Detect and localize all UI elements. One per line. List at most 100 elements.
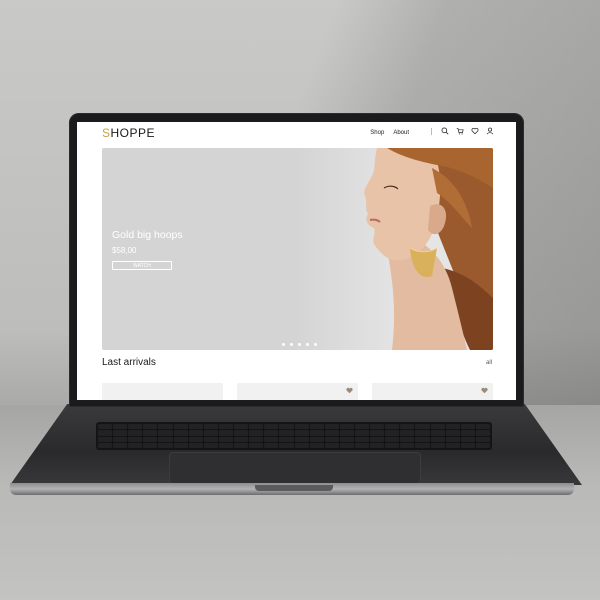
- product-list: [102, 383, 493, 400]
- keyboard-key: [264, 442, 279, 448]
- keyboard-key: [370, 430, 385, 436]
- keyboard-key: [218, 424, 234, 430]
- product-card[interactable]: [102, 383, 223, 400]
- keyboard-key: [279, 424, 294, 430]
- carousel-dot[interactable]: [306, 343, 309, 346]
- keyboard-key: [218, 442, 234, 448]
- keyboard-key: [354, 442, 370, 448]
- header-icons: [431, 127, 494, 135]
- main-nav: Shop About: [370, 130, 409, 136]
- keyboard-key: [339, 424, 354, 430]
- favorite-icon[interactable]: [481, 387, 488, 394]
- keyboard-key: [294, 424, 309, 430]
- keyboard-key: [128, 442, 143, 448]
- keyboard-key: [339, 430, 354, 436]
- keyboard-key: [158, 442, 173, 448]
- keyboard-key: [113, 436, 128, 442]
- keyboard-key: [445, 424, 460, 430]
- keyboard-key: [475, 436, 490, 442]
- user-icon[interactable]: [486, 127, 494, 135]
- nav-shop[interactable]: Shop: [370, 130, 384, 136]
- keyboard-key: [188, 442, 203, 448]
- keyboard-key: [309, 436, 324, 442]
- hero-banner[interactable]: Gold big hoops $58,00 WATCH: [102, 148, 493, 350]
- keyboard-key: [415, 436, 430, 442]
- keyboard-key: [445, 430, 460, 436]
- keyboard-key: [339, 436, 354, 442]
- heart-icon[interactable]: [471, 127, 479, 135]
- watch-button[interactable]: WATCH: [112, 261, 172, 270]
- site-header: SHOPPE Shop About: [77, 122, 516, 144]
- keyboard-key: [354, 424, 370, 430]
- keyboard-key: [128, 430, 143, 436]
- keyboard-key: [385, 430, 400, 436]
- keyboard-key: [445, 442, 460, 448]
- section-title: Last arrivals: [102, 357, 156, 368]
- keyboard-key: [113, 430, 128, 436]
- trackpad: [169, 452, 421, 484]
- keyboard-key: [415, 424, 430, 430]
- search-icon[interactable]: [441, 127, 449, 135]
- product-card[interactable]: [372, 383, 493, 400]
- keyboard-key: [309, 442, 324, 448]
- keyboard-key: [158, 424, 173, 430]
- keyboard-key: [98, 424, 113, 430]
- keyboard-key: [188, 430, 203, 436]
- keyboard-key: [98, 430, 113, 436]
- site-logo[interactable]: SHOPPE: [102, 126, 155, 140]
- keyboard-key: [370, 436, 385, 442]
- keyboard-key: [324, 442, 339, 448]
- carousel-dot[interactable]: [298, 343, 301, 346]
- keyboard-key: [218, 430, 234, 436]
- keyboard-key: [460, 430, 475, 436]
- logo-initial: S: [102, 126, 111, 140]
- keyboard-key: [354, 436, 370, 442]
- keyboard-key: [385, 436, 400, 442]
- keyboard-key: [218, 436, 234, 442]
- favorite-icon[interactable]: [346, 387, 353, 394]
- keyboard-key: [203, 430, 218, 436]
- view-all-link[interactable]: all: [486, 360, 492, 366]
- keyboard-key: [460, 436, 475, 442]
- keyboard-key: [98, 436, 113, 442]
- keyboard-key: [143, 430, 158, 436]
- keyboard-key: [203, 442, 218, 448]
- keyboard-key: [294, 430, 309, 436]
- carousel-dot[interactable]: [314, 343, 317, 346]
- keyboard-key: [460, 442, 475, 448]
- keyboard-key: [460, 424, 475, 430]
- keyboard-key: [249, 436, 264, 442]
- keyboard-key: [128, 424, 143, 430]
- keyboard-key: [188, 436, 203, 442]
- keyboard-key: [249, 424, 264, 430]
- keyboard-key: [475, 430, 490, 436]
- keyboard-key: [143, 442, 158, 448]
- keyboard-key: [385, 424, 400, 430]
- nav-about[interactable]: About: [393, 130, 409, 136]
- keyboard-key: [400, 436, 415, 442]
- keyboard-key: [445, 436, 460, 442]
- product-card[interactable]: [237, 383, 358, 400]
- carousel-dot[interactable]: [282, 343, 285, 346]
- hero-price: $58,00: [112, 246, 137, 255]
- keyboard-key: [354, 430, 370, 436]
- keyboard-key: [203, 436, 218, 442]
- keyboard-key: [430, 430, 445, 436]
- keyboard-key: [324, 430, 339, 436]
- keyboard-key: [309, 424, 324, 430]
- keyboard-key: [203, 424, 218, 430]
- keyboard: [96, 422, 492, 450]
- keyboard-key: [475, 442, 490, 448]
- keyboard-key: [475, 424, 490, 430]
- cart-icon[interactable]: [456, 127, 464, 135]
- keyboard-key: [113, 424, 128, 430]
- keyboard-key: [158, 430, 173, 436]
- keyboard-key: [173, 436, 188, 442]
- keyboard-key: [339, 442, 354, 448]
- keyboard-key: [173, 442, 188, 448]
- keyboard-key: [400, 424, 415, 430]
- keyboard-key: [385, 442, 400, 448]
- carousel-dots: [282, 343, 317, 346]
- keyboard-key: [173, 430, 188, 436]
- carousel-dot[interactable]: [290, 343, 293, 346]
